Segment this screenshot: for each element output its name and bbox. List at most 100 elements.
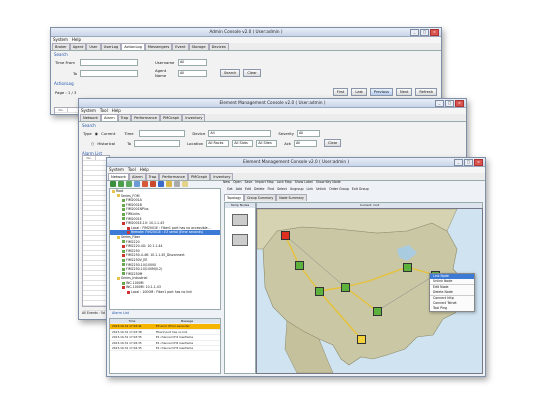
close-button[interactable]: × bbox=[430, 29, 439, 36]
device-node-red[interactable] bbox=[281, 231, 290, 240]
tab-storage[interactable]: Storage bbox=[188, 43, 209, 50]
slots-select[interactable]: All Slots bbox=[232, 139, 254, 147]
clear-button[interactable]: Clear bbox=[243, 69, 261, 77]
device-tree[interactable]: Root Series_FOM FIM2001A FIM2001B FIM2001NPl… bbox=[109, 188, 221, 310]
alarm-row[interactable]: 2013-10-31 17:04:35 E1 channel CH3 losefr… bbox=[110, 346, 220, 352]
alarm-list-table[interactable]: Time Message 2013-10-31 17:03:41 E3 error (… bbox=[109, 318, 221, 374]
title-bar: Admin Console v2.0 ( User:admin ) _ □ × bbox=[51, 28, 441, 37]
context-menu[interactable]: Link Node Unlink Node Edit Node Delete Node… bbox=[429, 273, 475, 312]
menu-item-tool-ping[interactable]: Tool Ping bbox=[430, 306, 474, 311]
tab-user[interactable]: User bbox=[86, 43, 101, 50]
time-input[interactable] bbox=[139, 130, 186, 137]
network-add-icon[interactable] bbox=[110, 180, 116, 187]
temp-nodes-title: Temp Nodes bbox=[225, 203, 255, 208]
topology-map[interactable]: Link Node Unlink Node Edit Node Delete Node… bbox=[256, 208, 483, 374]
ack-select[interactable]: All bbox=[294, 139, 318, 147]
severity-select[interactable]: All bbox=[297, 130, 321, 137]
minimize-button[interactable]: _ bbox=[435, 100, 444, 107]
time-from-input[interactable] bbox=[80, 59, 138, 66]
delete-icon[interactable] bbox=[142, 180, 148, 187]
toolbar-button-new[interactable]: New bbox=[223, 179, 230, 185]
tab-agent[interactable]: Agent bbox=[69, 43, 87, 50]
toolbar-button-find[interactable]: Find bbox=[268, 186, 275, 192]
tab-performance[interactable]: Performance bbox=[131, 114, 161, 121]
close-button[interactable]: × bbox=[455, 100, 464, 107]
historical-radio[interactable]: ○ bbox=[91, 141, 94, 146]
device-node-green[interactable] bbox=[315, 287, 324, 296]
maximize-button[interactable]: □ bbox=[464, 159, 473, 166]
toolbar-button-import-map[interactable]: Import Map bbox=[255, 179, 273, 185]
sites-select[interactable]: All Sites bbox=[256, 139, 278, 147]
toolbar-button-delete[interactable]: Delete bbox=[254, 186, 264, 192]
toolbar-button-select[interactable]: Select bbox=[277, 186, 287, 192]
minimize-button[interactable]: _ bbox=[410, 29, 419, 36]
first-button[interactable]: First bbox=[332, 88, 349, 96]
temp-node-device-icon[interactable] bbox=[232, 214, 248, 226]
column-header[interactable]: Time bbox=[110, 319, 154, 323]
toolbar-button-link[interactable]: Link bbox=[307, 186, 314, 192]
toolbar-button-show-label[interactable]: Show Label bbox=[295, 179, 313, 185]
folder-icon[interactable] bbox=[166, 180, 172, 187]
device-node-yellow[interactable] bbox=[357, 335, 366, 344]
to-input[interactable] bbox=[134, 139, 181, 147]
maximize-button[interactable]: □ bbox=[420, 29, 429, 36]
tree-node[interactable]: Local : 1000M : Fiber1 port has no link bbox=[110, 290, 220, 295]
agent-name-select[interactable]: All bbox=[178, 69, 207, 77]
last-button[interactable]: Last bbox=[351, 88, 367, 96]
username-select[interactable]: All bbox=[178, 59, 207, 66]
next-button[interactable]: Next bbox=[396, 88, 413, 96]
tab-userlog[interactable]: UserLog bbox=[100, 43, 122, 50]
search-section-title: Search bbox=[82, 123, 96, 128]
tab-actionlog[interactable]: ActionLog bbox=[121, 43, 145, 50]
tab-trap[interactable]: Trap bbox=[117, 114, 132, 121]
temp-node-device-icon[interactable] bbox=[232, 234, 248, 246]
subtab-node-summary[interactable]: Node Summary bbox=[276, 194, 307, 201]
device-node-green[interactable] bbox=[373, 307, 382, 316]
tab-inventory[interactable]: Inventory bbox=[182, 114, 206, 121]
device-select[interactable]: All bbox=[208, 130, 272, 137]
settings-icon[interactable] bbox=[174, 180, 180, 187]
toolbar-button-edit[interactable]: Edit bbox=[245, 186, 251, 192]
tab-event[interactable]: Event bbox=[172, 43, 189, 50]
tab-network[interactable]: Network bbox=[80, 114, 102, 121]
toolbar-button-save[interactable]: Save bbox=[244, 179, 252, 185]
tab-messengers[interactable]: Messengers bbox=[144, 43, 173, 50]
racks-select[interactable]: All Racks bbox=[206, 139, 230, 147]
refresh-icon[interactable] bbox=[158, 180, 164, 187]
to-input[interactable] bbox=[80, 69, 138, 77]
toolbar-button-order-group[interactable]: Order Group bbox=[329, 186, 349, 192]
toolbar-button-show-key-node[interactable]: Show Key Node bbox=[316, 179, 341, 185]
export-icon[interactable] bbox=[182, 180, 188, 187]
subtab-group-summary[interactable]: Group Summary bbox=[244, 194, 277, 201]
column-header[interactable]: Message bbox=[154, 319, 220, 323]
subtab-topology[interactable]: Topology bbox=[224, 194, 245, 201]
tab-broker[interactable]: Broker bbox=[52, 43, 70, 50]
search-button[interactable]: Search bbox=[220, 69, 241, 77]
to-row: To Agent Name All Search Clear bbox=[51, 67, 441, 79]
device-node-green[interactable] bbox=[403, 263, 412, 272]
tab-alarm[interactable]: Alarm bbox=[101, 114, 118, 121]
current-radio[interactable]: ◉ bbox=[95, 131, 98, 136]
device-node-green[interactable] bbox=[341, 283, 350, 292]
tab-pmgraph[interactable]: PMGraph bbox=[160, 114, 183, 121]
maximize-button[interactable]: □ bbox=[445, 100, 454, 107]
toolbar-button-open[interactable]: Open bbox=[233, 179, 242, 185]
network-link-icon[interactable] bbox=[126, 180, 132, 187]
toolbar-button-add[interactable]: Add bbox=[236, 186, 242, 192]
tab-devices[interactable]: Devices bbox=[208, 43, 229, 50]
previous-button[interactable]: Previous bbox=[369, 88, 394, 96]
folder-icon bbox=[117, 235, 120, 239]
network-group-icon[interactable] bbox=[118, 180, 124, 187]
toolbar-button-lock-map[interactable]: Lock Map bbox=[277, 179, 292, 185]
toolbar-button-exit-group[interactable]: Exit Group bbox=[352, 186, 369, 192]
toolbar-button-get[interactable]: Get bbox=[227, 186, 233, 192]
close-button[interactable]: × bbox=[474, 159, 483, 166]
alarm-icon[interactable] bbox=[150, 180, 156, 187]
toolbar-button-ungroup[interactable]: Ungroup bbox=[290, 186, 304, 192]
refresh-button[interactable]: Refresh bbox=[415, 88, 437, 96]
clear-button[interactable]: Clear bbox=[324, 139, 342, 147]
minimize-button[interactable]: _ bbox=[454, 159, 463, 166]
toolbar-button-unlink[interactable]: Unlink bbox=[316, 186, 326, 192]
move-icon[interactable] bbox=[134, 180, 140, 187]
device-node-green[interactable] bbox=[295, 261, 304, 270]
